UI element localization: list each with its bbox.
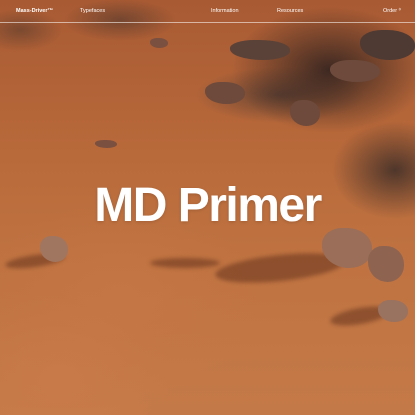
nav-link-resources[interactable]: Resources bbox=[277, 8, 303, 14]
rock-formation bbox=[360, 30, 415, 60]
rock-formation bbox=[205, 82, 245, 104]
top-navigation: Mass-Driver™ Typefaces Information Resou… bbox=[0, 0, 415, 23]
nav-link-order[interactable]: Order ⁰ bbox=[383, 8, 401, 14]
rock-formation bbox=[290, 100, 320, 126]
rock-formation bbox=[95, 140, 117, 148]
boulder bbox=[368, 246, 404, 282]
rock-formation bbox=[150, 38, 168, 48]
rock-formation bbox=[330, 60, 380, 82]
hero-title: MD Primer bbox=[94, 179, 322, 232]
nav-link-information[interactable]: Information bbox=[211, 8, 239, 14]
nav-link-typefaces[interactable]: Typefaces bbox=[80, 8, 105, 14]
brand-logo-link[interactable]: Mass-Driver™ bbox=[16, 8, 53, 14]
boulder bbox=[40, 236, 68, 262]
rock-shadow bbox=[150, 258, 220, 268]
rock-formation bbox=[230, 40, 290, 60]
boulder bbox=[378, 300, 408, 322]
